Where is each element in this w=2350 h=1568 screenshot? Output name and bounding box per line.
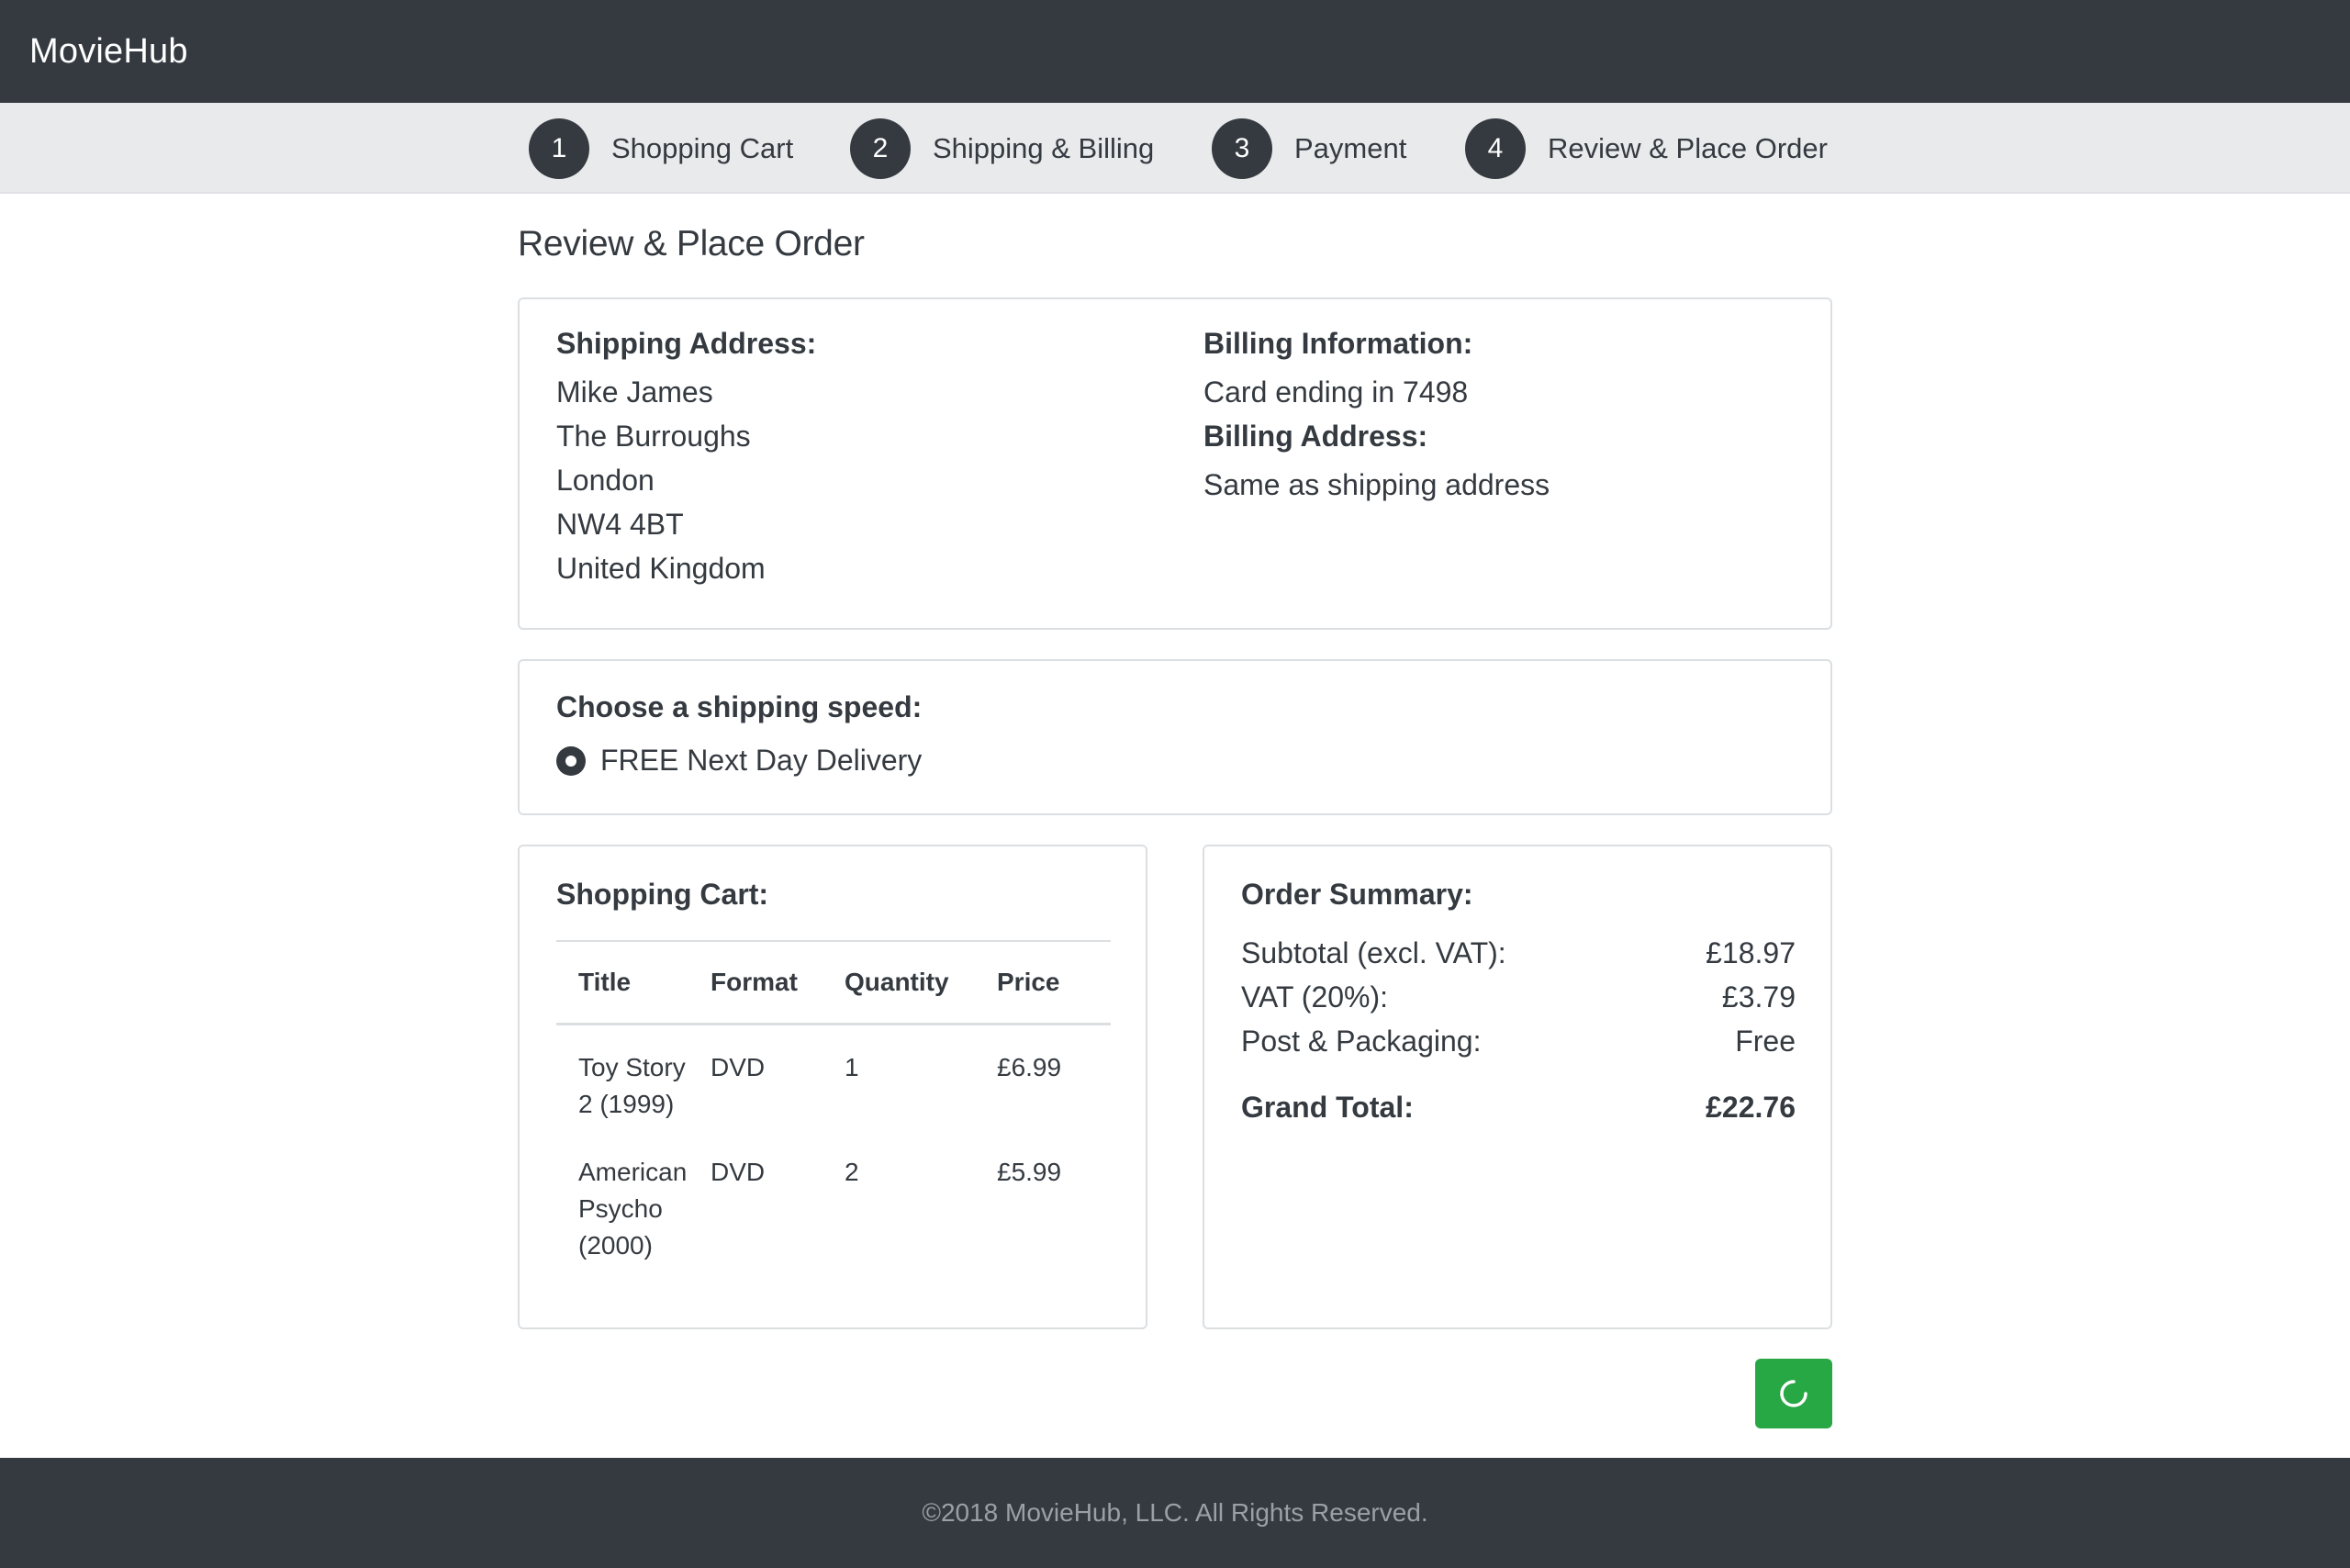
step-number: 1: [529, 118, 589, 179]
table-row: Toy Story 2 (1999) DVD 1 £6.99: [556, 1024, 1111, 1143]
step-shipping-billing[interactable]: 2 Shipping & Billing: [850, 118, 1155, 179]
cell-format: DVD: [711, 1052, 766, 1081]
title-line: American: [578, 1157, 688, 1186]
column-header-format: Format: [711, 967, 798, 996]
title-line: 2 (1999): [578, 1089, 675, 1118]
summary-value: £3.79: [1721, 980, 1796, 1014]
shopping-cart-card: Shopping Cart: Title Format Quantity Pri…: [518, 845, 1147, 1329]
step-number: 3: [1212, 118, 1272, 179]
cell-title: American Psycho (2000): [556, 1143, 711, 1284]
summary-value: Free: [1735, 1025, 1796, 1058]
shipping-address-section: Shipping Address: Mike James The Burroug…: [556, 327, 816, 590]
column-header-price: Price: [997, 967, 1060, 996]
radio-selected-icon[interactable]: [556, 745, 586, 776]
shipping-street: The Burroughs: [556, 420, 751, 453]
billing-info-section: Billing Information: Card ending in 7498…: [1203, 327, 1550, 507]
summary-subtotal-row: Subtotal (excl. VAT): £18.97: [1241, 931, 1796, 975]
cell-quantity: 1: [845, 1052, 859, 1081]
table-row: American Psycho (2000) DVD 2 £5.99: [556, 1143, 1111, 1284]
shipping-city: London: [556, 464, 655, 497]
shipping-country: United Kingdom: [556, 552, 766, 585]
summary-grand-total-row: Grand Total: £22.76: [1241, 1085, 1796, 1129]
shipping-option-next-day[interactable]: FREE Next Day Delivery: [556, 744, 922, 778]
step-number: 2: [850, 118, 911, 179]
cell-price: £5.99: [997, 1157, 1062, 1186]
summary-label: Subtotal (excl. VAT):: [1241, 936, 1506, 969]
step-number: 4: [1465, 118, 1526, 179]
step-label: Shopping Cart: [611, 132, 794, 164]
step-shopping-cart[interactable]: 1 Shopping Cart: [529, 118, 794, 179]
order-summary-card: Order Summary: Subtotal (excl. VAT): £18…: [1203, 845, 1832, 1329]
cell-title: Toy Story 2 (1999): [556, 1024, 711, 1143]
address-card: Shipping Address: Mike James The Burroug…: [518, 297, 1832, 630]
shipping-speed-heading: Choose a shipping speed:: [556, 690, 923, 723]
billing-address: Same as shipping address: [1203, 468, 1550, 501]
shipping-option-label: FREE Next Day Delivery: [600, 744, 923, 777]
summary-vat-row: VAT (20%): £3.79: [1241, 975, 1796, 1019]
cart-table: Title Format Quantity Price Toy Story 2 …: [556, 940, 1111, 1284]
shipping-speed-card: Choose a shipping speed: FREE Next Day D…: [518, 659, 1832, 815]
footer-copyright: ©2018 MovieHub, LLC. All Rights Reserved…: [922, 1498, 1428, 1527]
title-line: Psycho: [578, 1193, 663, 1223]
shipping-address-heading: Shipping Address:: [556, 327, 817, 360]
cell-quantity: 2: [845, 1157, 859, 1186]
summary-label: VAT (20%):: [1241, 980, 1389, 1014]
grand-total-label: Grand Total:: [1241, 1091, 1414, 1124]
table-header-row: Title Format Quantity Price: [556, 941, 1111, 1024]
page-title: Review & Place Order: [518, 224, 865, 263]
billing-address-heading: Billing Address:: [1203, 420, 1428, 453]
title-line: Toy Story: [578, 1052, 686, 1081]
loading-spinner-icon: [1780, 1380, 1807, 1407]
column-header-title: Title: [578, 967, 632, 996]
step-payment[interactable]: 3 Payment: [1212, 118, 1407, 179]
brand-logo[interactable]: MovieHub: [29, 32, 188, 72]
summary-postage-row: Post & Packaging: Free: [1241, 1019, 1796, 1063]
summary-rows: Subtotal (excl. VAT): £18.97 VAT (20%): …: [1241, 931, 1796, 1129]
place-order-button[interactable]: [1755, 1359, 1832, 1428]
order-summary-heading: Order Summary:: [1241, 878, 1473, 911]
checkout-stepper: 1 Shopping Cart 2 Shipping & Billing 3 P…: [0, 103, 2350, 194]
shipping-postcode: NW4 4BT: [556, 508, 684, 541]
billing-card: Card ending in 7498: [1203, 375, 1469, 409]
column-header-quantity: Quantity: [845, 967, 949, 996]
grand-total-value: £22.76: [1706, 1091, 1796, 1124]
title-line: (2000): [578, 1230, 653, 1260]
footer: ©2018 MovieHub, LLC. All Rights Reserved…: [0, 1458, 2350, 1568]
top-navbar: MovieHub: [0, 0, 2350, 103]
step-label: Shipping & Billing: [933, 132, 1155, 164]
summary-value: £18.97: [1706, 936, 1796, 969]
shopping-cart-heading: Shopping Cart:: [556, 878, 769, 911]
step-review-place-order[interactable]: 4 Review & Place Order: [1465, 118, 1828, 179]
cell-format: DVD: [711, 1157, 766, 1186]
step-label: Payment: [1294, 132, 1407, 164]
cell-price: £6.99: [997, 1052, 1062, 1081]
shipping-name: Mike James: [556, 375, 713, 409]
summary-label: Post & Packaging:: [1241, 1025, 1482, 1058]
step-label: Review & Place Order: [1548, 132, 1828, 164]
billing-info-heading: Billing Information:: [1203, 327, 1473, 360]
